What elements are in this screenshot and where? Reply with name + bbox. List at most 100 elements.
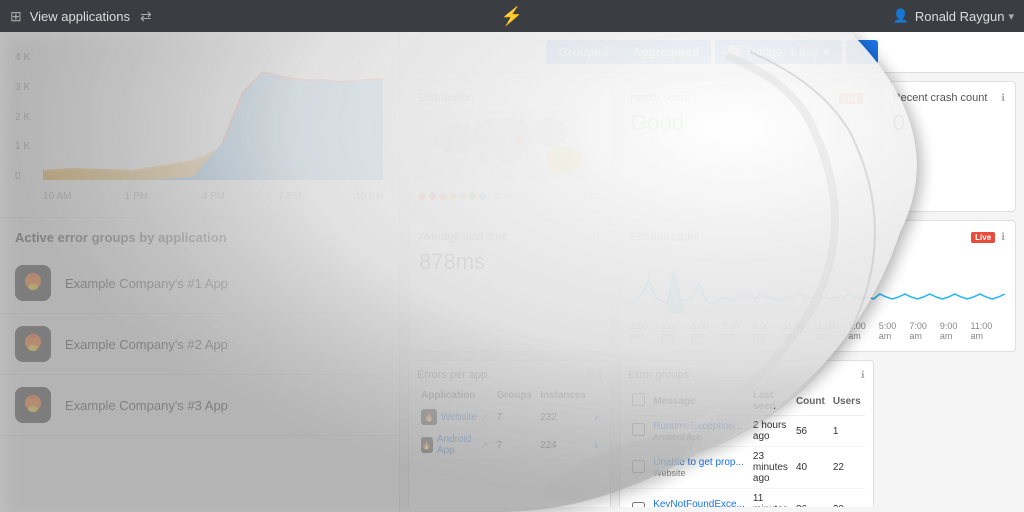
x-label-10pm: 10 PM [355,191,384,202]
app-item-1[interactable]: Example Company's #1 App [0,253,399,314]
y-label-4k: 4 K [15,52,43,63]
shuffle-icon[interactable]: ⇄ [140,8,152,25]
col-instances: Instances [536,387,590,405]
select-all-checkbox[interactable] [632,393,645,406]
count-3: 36 [792,489,829,508]
nav-center: ⚡ [501,6,523,27]
error-link-3[interactable]: KeyNotFoundExce... [653,499,745,507]
instances-cell-2: 224 [536,430,590,461]
errors-app-info[interactable]: ℹ [598,370,602,381]
users-3: 20 [829,489,865,508]
mid-dot [439,193,446,200]
row-arrow-2[interactable]: › [594,438,598,452]
error-link-2[interactable]: Unable to get prop... [653,457,744,468]
website-link[interactable]: Website [441,412,477,423]
map-card: Distribution ℹ [408,81,611,212]
app-list: Example Company's #1 App Example Company… [0,253,399,512]
y-label-1k: 1 K [15,141,43,152]
top-nav: ⊞ View applications ⇄ ⚡ 👤 Ronald Raygun … [0,0,1024,32]
right-panel: Grouped Aggregated 🔄 Range: 1 day ▾ ··· … [400,32,1024,512]
error-groups-info[interactable]: ℹ [861,370,865,381]
instances-cell-1: 232 [536,405,590,430]
nav-right: 👤 Ronald Raygun ▾ [893,8,1014,24]
view-toggle: Grouped Aggregated [546,40,711,64]
chevron-down-icon[interactable]: ▾ [1008,10,1014,23]
error-link-1[interactable]: RuntimeException... [653,421,743,432]
slow-dot2 [429,193,436,200]
chart-y-labels: 4 K 3 K 2 K 1 K 0 [15,52,43,182]
map-card-title: Distribution ℹ [419,92,600,104]
load-card-title: Average load time ℹ [419,231,600,243]
slow-label: Slow [493,191,513,201]
dashboard-grid: Distribution ℹ [400,73,1024,507]
fast-label: Fast [583,191,601,201]
session-chart-svg [630,249,1005,314]
last-seen-1: 2 hours ago [749,416,792,447]
grouped-button[interactable]: Grouped [546,40,620,64]
errors-per-app-card: Errors per app ⊙ ℹ Application Groups In… [408,360,611,507]
app-name-2: Example Company's #2 App [65,337,228,352]
row-checkbox-2[interactable] [632,460,645,473]
extra-button[interactable]: ··· [846,40,878,64]
y-label-2k: 2 K [15,112,43,123]
col-message: Message [649,387,749,416]
crash-card-title: Recent crash count ℹ [893,92,1005,104]
x-label-4pm: 4 PM [202,191,225,202]
error-groups-title: Error groups ℹ [628,369,864,381]
users-2: 22 [829,447,865,489]
session-info-icon[interactable]: ℹ [1001,232,1005,243]
slow-dot [419,193,426,200]
x-label-1pm: 1 PM [125,191,148,202]
table-row: 🔥 Website ↗ 7 232 › [417,405,602,430]
app-icon-1 [15,265,51,301]
errors-app-title: Errors per app ⊙ ℹ [417,369,602,381]
chart-x-labels: 10 AM 1 PM 4 PM 7 PM 10 PM [43,191,384,202]
error-groups-card: Error groups ℹ Message Last seen Count U… [619,360,873,507]
chart-svg [43,52,384,187]
app-icon-3 [15,387,51,423]
last-seen-2: 23 minutes ago [749,447,792,489]
world-map-svg [419,110,589,180]
app-item-3[interactable]: Example Company's #3 App [0,375,399,436]
col-count: Count [792,387,829,416]
android-link[interactable]: Android App [437,434,477,456]
table-row: 🔥 Android App ↗ 7 224 › [417,430,602,461]
session-live-badge: Live [971,232,995,243]
row-checkbox-1[interactable] [632,423,645,436]
load-card: Average load time ℹ 878ms [408,220,611,352]
live-badge: Live [839,93,863,104]
app-name-3: Example Company's #3 App [65,398,228,413]
chevron-icon: ▾ [824,45,830,59]
crash-info-icon[interactable]: ℹ [1001,93,1005,104]
app-item-2[interactable]: Example Company's #2 App [0,314,399,375]
health-card: health score Live Good [619,81,873,212]
x-label-7pm: 7 PM [278,191,301,202]
user-name: Ronald Raygun [915,9,1005,24]
users-1: 1 [829,416,865,447]
chart-container: 4 K 3 K 2 K 1 K 0 [15,52,384,207]
aggregated-button[interactable]: Aggregated [620,40,711,64]
error-sub-1: Android App [653,432,745,442]
range-button[interactable]: 🔄 Range: 1 day ▾ [715,40,841,64]
refresh-icon: 🔄 [727,45,742,59]
y-label-3k: 3 K [15,82,43,93]
health-value: Good [630,110,862,136]
app-icon-table-1: 🔥 [421,409,437,425]
crash-value: 0 [893,110,1005,136]
main-content: 4 K 3 K 2 K 1 K 0 [0,32,1024,512]
load-info-icon[interactable]: ℹ [596,232,600,243]
row-arrow-1[interactable]: › [594,410,598,424]
row-checkbox-3[interactable] [632,502,645,508]
app-list-title: Active error groups by application [0,218,399,253]
error-row-3: KeyNotFoundExce... Website 11 minutes ag… [628,489,864,508]
error-row-2: Unable to get prop... Website 23 minutes… [628,447,864,489]
load-value: 878ms [419,249,600,275]
errors-per-app-table: Application Groups Instances 🔥 Website [417,387,602,461]
app-icon-table-2: 🔥 [421,437,433,453]
session-card: Session count Live ℹ 1:00 pm3:00 pm5:00 … [619,220,1016,352]
map-info-icon[interactable]: ℹ [596,93,600,104]
fast-dot2 [469,193,476,200]
session-x-labels: 1:00 pm3:00 pm5:00 pm7:00 pm9:00 pm11:00… [630,321,1005,341]
user-icon: 👤 [893,8,909,24]
last-seen-3: 11 minutes ago [749,489,792,508]
